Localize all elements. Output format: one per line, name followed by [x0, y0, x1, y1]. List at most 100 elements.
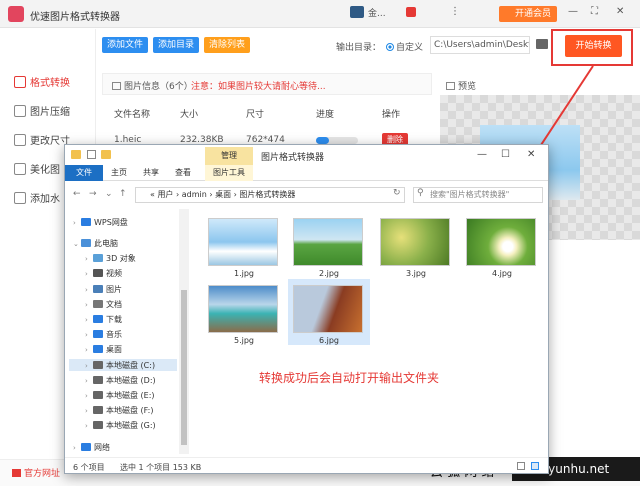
tree-item-label: 下载: [106, 315, 122, 324]
expand-chevron-icon[interactable]: ›: [85, 377, 93, 385]
file-name: 4.jpg: [491, 269, 512, 278]
explorer-maximize-icon[interactable]: ☐: [501, 149, 510, 160]
tree-folder-icon: [93, 300, 103, 308]
tree-item-label: 网络: [94, 443, 110, 452]
ribbon: 文件 主页 共享 查看 图片工具: [65, 165, 548, 181]
tree-item-network[interactable]: › 网络: [73, 442, 110, 453]
file-item[interactable]: 6.jpg: [290, 282, 368, 350]
file-name: 1.jpg: [233, 269, 254, 278]
tree-item-3d[interactable]: › 3D 对象: [85, 253, 136, 264]
search-input[interactable]: 搜索"图片格式转换器": [413, 187, 543, 203]
file-name: 3.jpg: [405, 269, 426, 278]
expand-chevron-icon[interactable]: ›: [85, 316, 93, 324]
tree-item-this-pc[interactable]: ⌄ 此电脑: [73, 238, 118, 249]
tree-item-label: 此电脑: [94, 239, 118, 248]
tree-item-music[interactable]: › 音乐: [85, 329, 122, 340]
file-name: 5.jpg: [233, 336, 254, 345]
tree-folder-icon: [93, 421, 103, 429]
details-view-icon[interactable]: [517, 462, 525, 470]
tree-scroll-thumb[interactable]: [181, 290, 187, 445]
tree-folder-icon: [93, 285, 103, 293]
expand-chevron-icon[interactable]: ›: [85, 346, 93, 354]
tree-item-label: 本地磁盘 (C:): [106, 361, 156, 370]
explorer-minimize-icon[interactable]: —: [477, 149, 487, 160]
tab-file[interactable]: 文件: [65, 165, 103, 181]
file-thumbnail: [208, 218, 278, 266]
properties-icon[interactable]: [87, 150, 96, 159]
tree-item-g[interactable]: › 本地磁盘 (G:): [85, 420, 156, 431]
tree-folder-icon: [81, 218, 91, 226]
address-bar[interactable]: « 用户 › admin › 桌面 › 图片格式转换器: [135, 187, 405, 203]
status-bar: 6 个项目 选中 1 个项目 153 KB: [65, 457, 548, 473]
tree-item-wps[interactable]: › WPS网盘: [73, 217, 128, 228]
file-item[interactable]: 5.jpg: [205, 282, 283, 350]
tree-item-label: 音乐: [106, 330, 122, 339]
large-icons-view-icon[interactable]: [531, 462, 539, 470]
file-item[interactable]: 4.jpg: [463, 215, 541, 283]
tree-item-label: WPS网盘: [94, 218, 128, 227]
back-icon[interactable]: ←: [73, 189, 81, 199]
expand-chevron-icon[interactable]: ›: [85, 392, 93, 400]
tree-item-f[interactable]: › 本地磁盘 (F:): [85, 405, 153, 416]
status-selection: 选中 1 个项目 153 KB: [120, 463, 202, 472]
expand-chevron-icon[interactable]: ›: [85, 286, 93, 294]
tree-item-desktop[interactable]: › 桌面: [85, 344, 122, 355]
tree-folder-icon: [93, 330, 103, 338]
expand-chevron-icon[interactable]: ›: [85, 270, 93, 278]
tab-view[interactable]: 查看: [175, 167, 191, 178]
recent-icon[interactable]: ⌄: [105, 189, 113, 199]
tree-item-label: 本地磁盘 (D:): [106, 376, 156, 385]
tree-item-downloads[interactable]: › 下载: [85, 314, 122, 325]
explorer-close-icon[interactable]: ✕: [527, 149, 535, 160]
expand-chevron-icon[interactable]: ›: [73, 444, 81, 452]
refresh-icon[interactable]: ↻: [393, 188, 401, 198]
tab-home[interactable]: 主页: [111, 167, 127, 178]
tree-item-d[interactable]: › 本地磁盘 (D:): [85, 375, 156, 386]
tree-item-label: 图片: [106, 285, 122, 294]
folder-icon: [71, 150, 81, 159]
tree-folder-icon: [93, 315, 103, 323]
forward-icon[interactable]: →: [89, 189, 97, 199]
explorer-window: 管理 图片格式转换器 — ☐ ✕ 文件 主页 共享 查看 图片工具 ← → ⌄ …: [64, 144, 549, 474]
manage-tab[interactable]: 管理: [205, 147, 253, 165]
tree-folder-icon: [93, 391, 103, 399]
expand-chevron-icon[interactable]: ›: [85, 255, 93, 263]
tree-item-c[interactable]: › 本地磁盘 (C:): [85, 360, 155, 371]
file-thumbnail: [466, 218, 536, 266]
tab-share[interactable]: 共享: [143, 167, 159, 178]
tree-item-e[interactable]: › 本地磁盘 (E:): [85, 390, 155, 401]
tree-item-label: 3D 对象: [106, 254, 136, 263]
tree-item-label: 本地磁盘 (E:): [106, 391, 155, 400]
status-item-count: 6 个项目: [73, 463, 105, 472]
explorer-title: 图片格式转换器: [261, 153, 325, 163]
tree-item-documents[interactable]: › 文档: [85, 299, 122, 310]
tree-item-pictures[interactable]: › 图片: [85, 284, 122, 295]
file-thumbnail: [293, 285, 363, 333]
tree-folder-icon: [93, 345, 103, 353]
expand-chevron-icon[interactable]: ›: [85, 407, 93, 415]
file-thumbnail: [293, 218, 363, 266]
expand-chevron-icon[interactable]: ›: [85, 422, 93, 430]
file-thumbnail: [380, 218, 450, 266]
file-item[interactable]: 2.jpg: [290, 215, 368, 283]
file-item[interactable]: 1.jpg: [205, 215, 283, 283]
tree-folder-icon: [93, 406, 103, 414]
tree-folder-icon: [81, 239, 91, 247]
tree-item-label: 文档: [106, 300, 122, 309]
tree-folder-icon: [93, 254, 103, 262]
new-folder-icon[interactable]: [101, 150, 111, 159]
expand-chevron-icon[interactable]: ›: [85, 331, 93, 339]
auto-open-notice: 转换成功后会自动打开输出文件夹: [259, 371, 440, 385]
tree-item-label: 视频: [106, 269, 122, 278]
up-icon[interactable]: ↑: [119, 189, 127, 199]
tab-picture-tools[interactable]: 图片工具: [205, 165, 253, 181]
expand-chevron-icon[interactable]: ›: [85, 301, 93, 309]
tree-item-label: 本地磁盘 (F:): [106, 406, 154, 415]
expand-chevron-icon[interactable]: ›: [73, 219, 81, 227]
tree-item-label: 桌面: [106, 345, 122, 354]
tree-item-videos[interactable]: › 视频: [85, 268, 122, 279]
file-item[interactable]: 3.jpg: [377, 215, 455, 283]
expand-chevron-icon[interactable]: ›: [85, 362, 93, 370]
tree-folder-icon: [93, 376, 103, 384]
expand-chevron-icon[interactable]: ⌄: [73, 240, 81, 248]
